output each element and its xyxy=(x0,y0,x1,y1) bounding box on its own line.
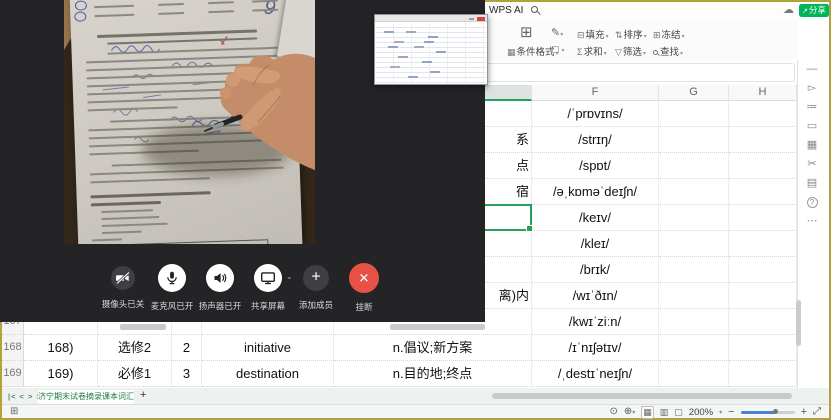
camera-video-feed: 9 Position Wanted xyxy=(64,0,315,244)
close-icon[interactable] xyxy=(477,17,485,21)
cell-b[interactable]: 选修2 xyxy=(98,335,172,361)
cell-f[interactable]: /ˈprɒvɪns/ xyxy=(532,101,659,127)
cell-g[interactable] xyxy=(659,231,729,257)
cell-g[interactable] xyxy=(659,283,729,309)
cell-h[interactable] xyxy=(729,283,797,309)
eye-icon[interactable]: ⊙ xyxy=(609,406,617,418)
more-icon[interactable]: ⋯ xyxy=(807,216,818,227)
zoom-level[interactable]: 200% xyxy=(689,407,713,418)
zoom-slider[interactable] xyxy=(741,411,795,414)
zoom-caret-icon[interactable]: ▾ xyxy=(719,409,722,416)
clipped-text-remnant xyxy=(390,324,485,330)
cell-f[interactable]: /kwɪˈziːn/ xyxy=(532,309,659,335)
microphone-icon xyxy=(158,264,186,292)
horizontal-scrollbar[interactable] xyxy=(492,393,792,399)
cell-g[interactable] xyxy=(659,309,729,335)
cell-f[interactable]: /strɪŋ/ xyxy=(532,127,659,153)
comment-icon[interactable]: ▭ xyxy=(807,121,817,132)
zoom-out-button[interactable]: − xyxy=(728,407,734,417)
cell-f[interactable]: /brɪk/ xyxy=(532,257,659,283)
cell-g[interactable] xyxy=(659,179,729,205)
cell-f[interactable]: /wɪˈðɪn/ xyxy=(532,283,659,309)
cell-h[interactable] xyxy=(729,179,797,205)
cell-g[interactable] xyxy=(659,101,729,127)
vertical-scrollbar[interactable] xyxy=(796,300,801,346)
cell-a[interactable]: 168) xyxy=(24,335,98,361)
screen-share-icon xyxy=(254,264,282,292)
hand-with-pen xyxy=(64,0,315,244)
clipped-text-remnant xyxy=(120,324,166,330)
cell-f[interactable]: /keɪv/ xyxy=(532,205,659,231)
cell-h[interactable] xyxy=(729,361,797,387)
meeting-overlay-window: 9 Position Wanted xyxy=(0,0,485,322)
sheet-tab-bar: |< < > >| 济宁期末试卷摘录课本词汇 + xyxy=(2,388,829,404)
plus-icon: + xyxy=(303,265,329,291)
board-icon[interactable]: ▦ xyxy=(807,140,817,151)
cell-g[interactable] xyxy=(659,335,729,361)
cell-f[interactable]: /əˌkɒməˈdeɪʃn/ xyxy=(532,179,659,205)
cell-b[interactable]: 必修1 xyxy=(98,361,172,387)
cell-g[interactable] xyxy=(659,153,729,179)
cell-h[interactable] xyxy=(729,153,797,179)
cell-f[interactable]: /ˌdestɪˈneɪʃn/ xyxy=(532,361,659,387)
cell-d[interactable]: destination xyxy=(202,361,334,387)
cell-h[interactable] xyxy=(729,231,797,257)
fullscreen-icon[interactable]: ⤢ xyxy=(813,406,821,418)
cell-c[interactable]: 3 xyxy=(172,361,202,387)
cursor-select-icon[interactable]: ▻ xyxy=(808,83,816,94)
meeting-button-label: 挂断 xyxy=(334,301,394,313)
add-sheet-button[interactable]: + xyxy=(140,389,146,401)
cell-g[interactable] xyxy=(659,205,729,231)
cell-g[interactable] xyxy=(659,257,729,283)
minimize-icon[interactable] xyxy=(469,18,474,20)
cell-g[interactable] xyxy=(659,361,729,387)
book-icon[interactable]: ▤ xyxy=(807,178,817,189)
cell-g[interactable] xyxy=(659,127,729,153)
zoom-in-button[interactable]: + xyxy=(801,407,807,417)
preview-spreadsheet-thumbnail xyxy=(376,23,486,83)
column-header-F[interactable]: F xyxy=(532,85,659,101)
cell-f[interactable]: /kleɪ/ xyxy=(532,231,659,257)
normal-view-icon[interactable]: ▦ xyxy=(641,406,654,419)
thumbnail-content xyxy=(384,31,394,33)
clip-icon[interactable]: ✂ xyxy=(807,159,816,170)
cell-h[interactable] xyxy=(729,205,797,231)
page-layout-view-icon[interactable]: ▥ xyxy=(660,407,669,418)
column-header-H[interactable]: H xyxy=(729,85,797,101)
meeting-button-hang-up[interactable]: ✕ 挂断 xyxy=(334,263,394,313)
camera-off-icon xyxy=(111,266,135,290)
task-pane-sidebar: — ▻ ≔ ▭ ▦ ✂ ▤? ⋯ xyxy=(799,64,825,227)
preview-titlebar xyxy=(375,15,487,22)
sheet-tab-active[interactable]: 济宁期末试卷摘录课本词汇 xyxy=(38,390,134,404)
column-header-G[interactable]: G xyxy=(659,85,729,101)
cell-c[interactable]: 2 xyxy=(172,335,202,361)
cell-h[interactable] xyxy=(729,127,797,153)
row-number: 169 xyxy=(2,361,24,387)
cell-a[interactable]: 169) xyxy=(24,361,98,387)
cell-e[interactable]: n.倡议;新方案 xyxy=(334,335,532,361)
cell-e[interactable]: n.目的地;终点 xyxy=(334,361,532,387)
cell-h[interactable] xyxy=(729,257,797,283)
table-grid-icon[interactable]: ⊞ xyxy=(10,406,18,417)
cell-d[interactable]: initiative xyxy=(202,335,334,361)
help-icon[interactable]: ? xyxy=(807,197,818,208)
screenshot-stage: WPS AI ☁ ↗分享 ▾ ▾ ⊞ ✎▾ ⊟填充▾⇅排序▾⊞冻结▾ ▦条件格式… xyxy=(0,0,831,420)
page-break-view-icon[interactable]: ▢ xyxy=(674,407,683,418)
cell-h[interactable] xyxy=(729,101,797,127)
adjust-icon[interactable]: ≔ xyxy=(807,102,818,113)
collapse-icon[interactable]: — xyxy=(807,64,818,75)
cell-h[interactable] xyxy=(729,309,797,335)
close-icon: ✕ xyxy=(349,263,379,293)
row-number: 168 xyxy=(2,335,24,361)
cell-f[interactable]: /spɒt/ xyxy=(532,153,659,179)
zoom-slider-thumb[interactable] xyxy=(773,409,778,414)
cell-f[interactable]: /ɪˈnɪʃətɪv/ xyxy=(532,335,659,361)
shared-screen-preview-window[interactable] xyxy=(374,14,488,85)
status-bar: ⊞ ⊙ ⊕▾ ▦ ▥ ▢ 200% ▾ − + ⤢ xyxy=(2,404,829,418)
selection-locate-icon[interactable]: ⊕▾ xyxy=(624,406,635,419)
cell-h[interactable] xyxy=(729,335,797,361)
speaker-icon xyxy=(206,264,234,292)
